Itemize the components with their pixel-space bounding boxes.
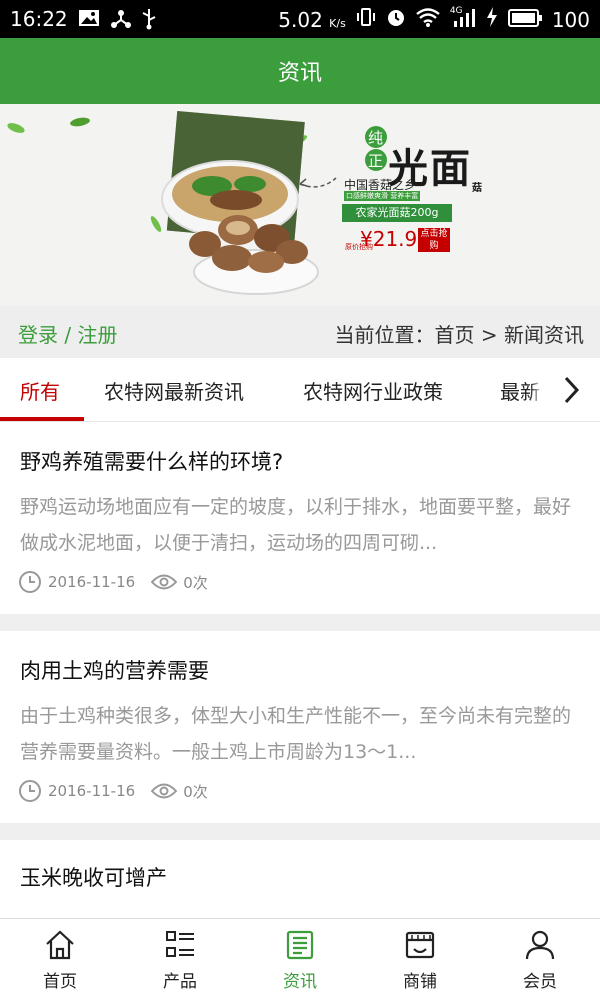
image-icon: [78, 8, 100, 33]
banner-artwork: [7, 110, 387, 295]
promo-banner[interactable]: 纯 正 纯正 光面菇 中国香菇之乡 口感鲜嫩爽滑 营养丰富 农家光面菇200g …: [0, 104, 600, 306]
article-date: 2016-11-16: [48, 573, 136, 591]
article-card[interactable]: 野鸡养殖需要什么样的环境? 野鸡运动场地面应有一定的坡度，以利于排水，地面要平整…: [0, 422, 600, 614]
bottom-nav: 首页 产品 资讯 商铺 会员: [0, 918, 600, 1001]
article-summary: 野鸡运动场地面应有一定的坡度，以利于排水，地面要平整，最好做成水泥地面，以便于清…: [20, 496, 572, 554]
news-icon: [286, 930, 314, 960]
nav-label: 商铺: [403, 972, 437, 992]
nav-label: 会员: [523, 972, 557, 992]
wifi-icon: [416, 7, 440, 32]
status-right: 5.02 K/s 4G 100: [278, 6, 590, 32]
article-date: 2016-11-16: [48, 782, 136, 800]
home-icon: [46, 930, 74, 960]
status-time: 16:22: [10, 7, 68, 31]
clock-icon: [19, 571, 41, 593]
banner-product: 农家光面菇200g: [342, 204, 452, 222]
user-icon: [525, 930, 555, 960]
banner-tag-2: 正: [368, 152, 384, 170]
nav-label: 产品: [163, 972, 197, 992]
article-views: 0次: [183, 573, 208, 592]
nav-products[interactable]: 产品: [120, 919, 240, 1001]
breadcrumb: 当前位置：首页 > 新闻资讯: [334, 323, 584, 347]
signal-icon: 4G: [450, 6, 476, 31]
tab-industry-policy[interactable]: 农特网行业政策: [303, 376, 443, 405]
banner-price: ¥21.9: [360, 227, 418, 251]
article-title[interactable]: 野鸡养殖需要什么样的环境?: [20, 446, 283, 476]
share-icon: [110, 8, 132, 35]
article-summary: 由于土鸡种类很多，体型大小和生产性能不一，至今尚未有完整的营养需要量资料。一般土…: [20, 705, 572, 763]
banner-slogan: 口感鲜嫩爽滑 营养丰富: [344, 191, 421, 201]
nav-label: 资讯: [283, 972, 317, 992]
article-title[interactable]: 肉用土鸡的营养需要: [20, 655, 209, 685]
nav-shop[interactable]: 商铺: [360, 919, 480, 1001]
tab-all[interactable]: 所有: [20, 376, 60, 405]
vibrate-icon: [356, 7, 376, 32]
article-views: 0次: [183, 782, 208, 801]
chevron-right-icon: [564, 376, 580, 404]
tabs-scroll-right-button[interactable]: [542, 358, 600, 422]
page-title: 资讯: [277, 61, 322, 86]
article-title[interactable]: 玉米晚收可增产: [20, 862, 167, 892]
eye-icon: [151, 574, 178, 590]
net-speed: 5.02 K/s: [278, 7, 346, 32]
charging-icon: [486, 7, 498, 32]
nav-member[interactable]: 会员: [480, 919, 600, 1001]
eye-icon: [151, 783, 178, 799]
tab-latest[interactable]: 最新: [500, 376, 540, 405]
banner-tag-1: 纯: [368, 129, 384, 147]
login-bar: 登录 / 注册 当前位置：首页 > 新闻资讯: [0, 306, 600, 358]
clock-icon: [19, 780, 41, 802]
nav-label: 首页: [43, 972, 77, 992]
article-meta: 2016-11-16 0次: [18, 779, 208, 803]
battery-icon: [507, 8, 542, 32]
banner-buy-button[interactable]: 点击抢购: [418, 228, 450, 252]
tab-latest-news[interactable]: 农特网最新资讯: [104, 376, 244, 405]
article-card[interactable]: 肉用土鸡的营养需要 由于土鸡种类很多，体型大小和生产性能不一，至今尚未有完整的营…: [0, 631, 600, 823]
article-card[interactable]: 玉米晚收可增产: [0, 840, 600, 918]
nav-home[interactable]: 首页: [0, 919, 120, 1001]
usb-icon: [140, 8, 158, 35]
app-header: 资讯: [0, 38, 600, 104]
article-meta: 2016-11-16 0次: [18, 570, 208, 594]
login-register-link[interactable]: 登录 / 注册: [18, 319, 117, 348]
list-icon: [166, 931, 194, 957]
nav-news[interactable]: 资讯: [240, 919, 360, 1001]
battery-level: 100: [551, 7, 590, 32]
shop-icon: [405, 931, 435, 959]
alarm-icon: [386, 7, 406, 32]
status-bar: 16:22 5.02 K/s 4G 100: [0, 0, 600, 38]
category-tabs: 所有 农特网最新资讯 农特网行业政策 最新: [0, 358, 600, 422]
